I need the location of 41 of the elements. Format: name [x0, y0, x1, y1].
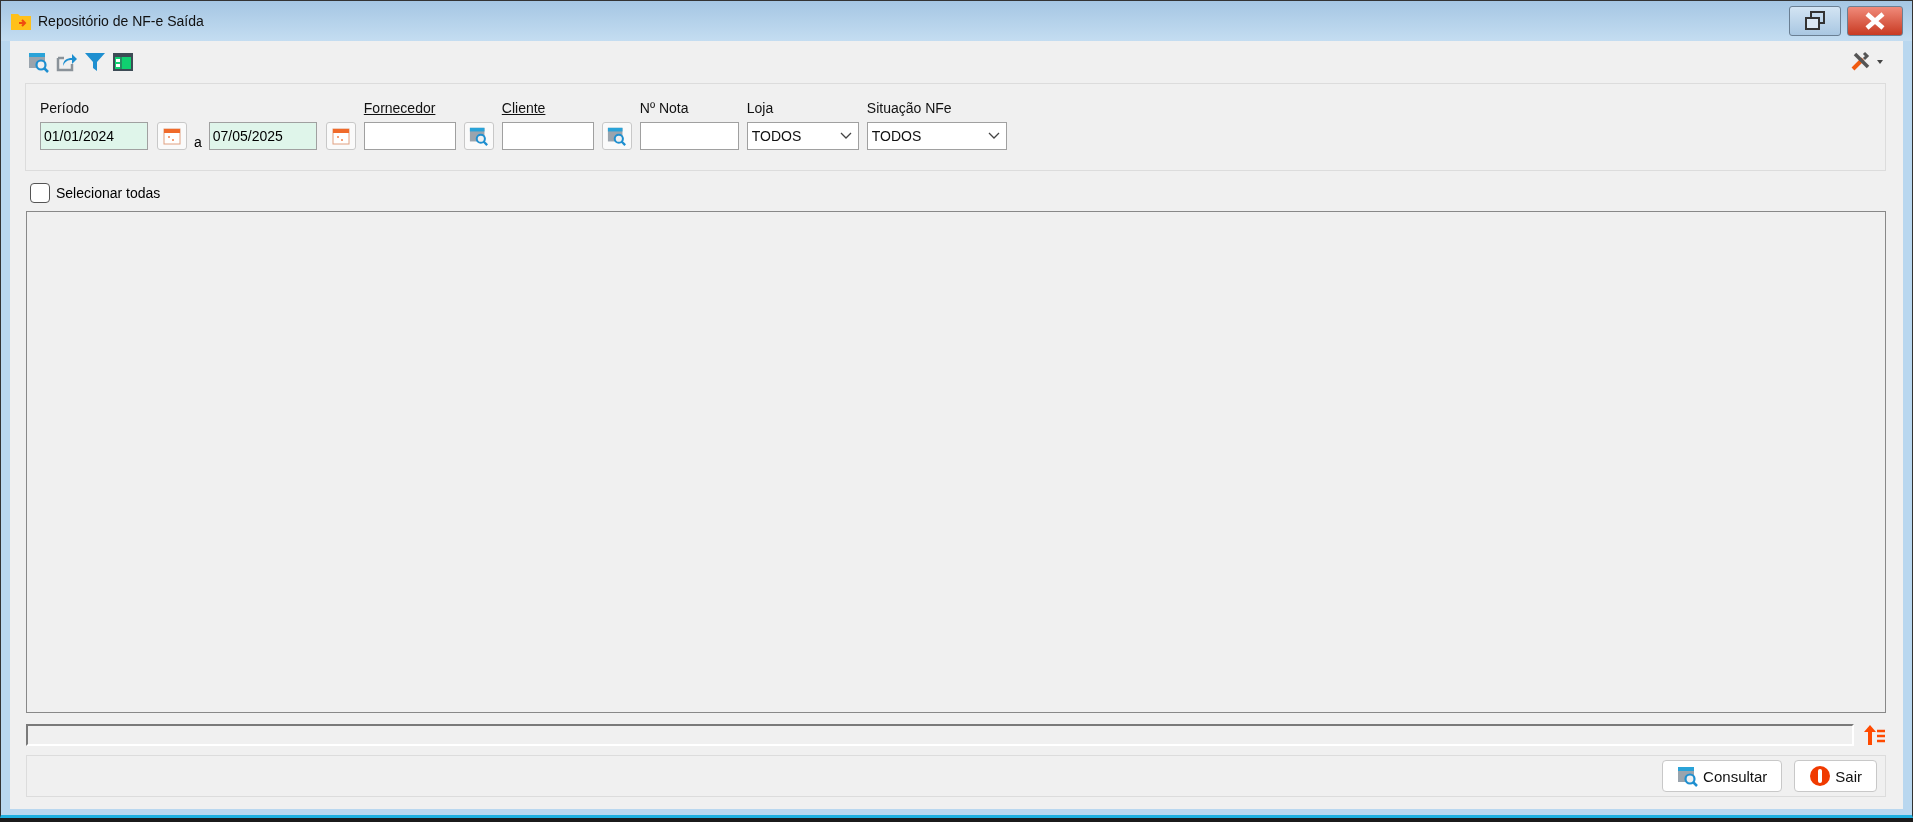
calendar-icon — [331, 127, 350, 145]
window-title: Repositório de NF-e Saída — [38, 13, 205, 29]
close-icon — [1864, 12, 1886, 30]
field-label: Situação NFe — [866, 100, 953, 117]
filter-icon[interactable] — [84, 51, 106, 73]
calendar-icon — [163, 127, 181, 145]
restore-icon — [1803, 11, 1827, 31]
date-field[interactable]: 01/01/2024 — [40, 122, 148, 150]
sort-icon[interactable] — [1862, 724, 1886, 746]
field-label: Loja — [746, 100, 775, 117]
lookup-field[interactable] — [363, 122, 456, 150]
tools-icon[interactable] — [1850, 51, 1886, 73]
field-link-label[interactable]: Cliente — [501, 100, 632, 117]
field-label: Nº Nota — [639, 100, 690, 117]
exit-button[interactable]: Sair — [1794, 760, 1877, 792]
field-label: Período — [40, 100, 91, 117]
lookup-field[interactable] — [501, 122, 594, 150]
lookup-button[interactable] — [463, 122, 494, 150]
calendar-button[interactable] — [325, 122, 356, 150]
search-icon — [468, 126, 489, 146]
field-link-label[interactable]: Fornecedor — [363, 100, 494, 117]
search-icon — [606, 126, 627, 146]
search-icon[interactable] — [28, 51, 50, 73]
exit-icon — [1809, 765, 1832, 787]
columns-icon[interactable] — [112, 51, 134, 73]
dropdown[interactable]: TODOS — [746, 122, 859, 150]
lookup-button[interactable] — [601, 122, 632, 150]
calendar-button[interactable] — [157, 122, 187, 150]
search-button[interactable]: Consultar — [1662, 760, 1783, 792]
checkbox[interactable] — [30, 183, 50, 203]
range-separator: a — [194, 134, 202, 150]
restore-button[interactable] — [1789, 6, 1841, 36]
chevron-icon — [987, 132, 1000, 140]
share-icon[interactable] — [56, 51, 78, 73]
dropdown[interactable]: TODOS — [866, 122, 1007, 150]
close-button[interactable] — [1847, 6, 1903, 36]
chevron-icon — [839, 132, 852, 140]
checkbox-label: Selecionar todas — [56, 185, 161, 201]
date-field[interactable]: 07/05/2025 — [208, 122, 317, 150]
text-field[interactable] — [639, 122, 739, 150]
search-icon — [1677, 765, 1700, 787]
